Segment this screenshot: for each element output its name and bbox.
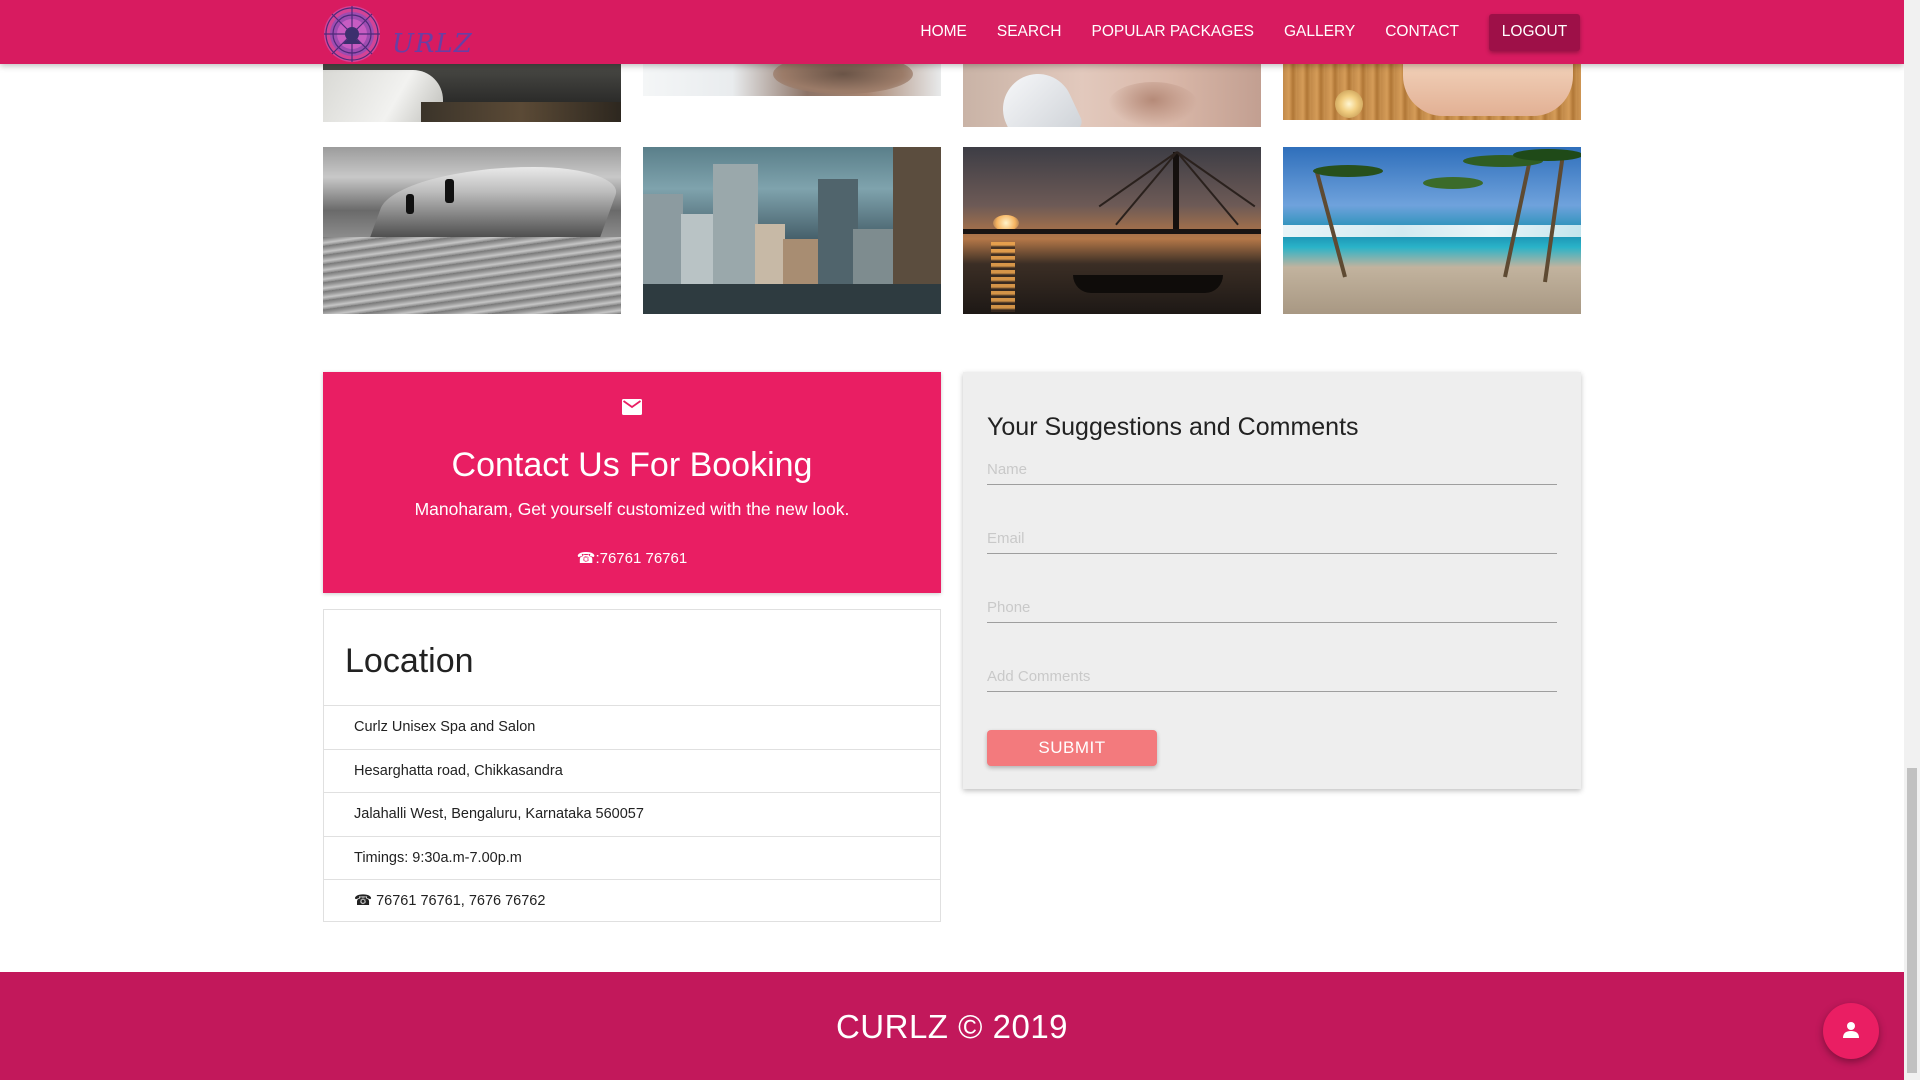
logout-button[interactable]: LOGOUT <box>1489 13 1580 51</box>
gallery-image-pedicure[interactable] <box>1283 64 1581 120</box>
logo-text: URLZ <box>392 29 473 59</box>
name-field[interactable] <box>987 455 1557 485</box>
gallery-image-office[interactable] <box>323 64 621 122</box>
nav-search[interactable]: SEARCH <box>997 23 1062 41</box>
nav-gallery[interactable]: GALLERY <box>1284 23 1355 41</box>
gallery-image-surfing[interactable] <box>323 147 621 314</box>
location-address-line-1: Hesarghatta road, Chikkasandra <box>324 750 940 793</box>
gallery-image-facial[interactable] <box>963 64 1261 127</box>
contact-phone[interactable]: :76761 76761 <box>595 550 687 567</box>
mail-icon <box>622 399 642 415</box>
location-salon-name: Curlz Unisex Spa and Salon <box>324 706 940 750</box>
profile-fab-button[interactable] <box>1823 1003 1879 1059</box>
gallery-image-city[interactable] <box>643 147 941 314</box>
gallery-image-bridge-sunset[interactable] <box>963 147 1261 314</box>
page-scrollbar[interactable] <box>1904 0 1920 1080</box>
suggestions-form-card: Your Suggestions and Comments SUBMIT <box>963 372 1581 789</box>
comments-field[interactable] <box>987 662 1557 692</box>
nav-popular-packages[interactable]: POPULAR PACKAGES <box>1091 23 1254 41</box>
location-timings: Timings: 9:30a.m-7.00p.m <box>324 837 940 880</box>
contact-subtitle: Manoharam, Get yourself customized with … <box>414 499 850 519</box>
suggestions-title: Your Suggestions and Comments <box>987 413 1359 441</box>
phone-field[interactable] <box>987 593 1557 623</box>
nav-contact[interactable]: CONTACT <box>1385 23 1459 41</box>
footer-copyright: CURLZ © 2019 <box>835 1008 1069 1045</box>
phone-icon: ☎ <box>576 550 596 567</box>
submit-button[interactable]: SUBMIT <box>987 730 1157 766</box>
top-navbar: URLZ HOME SEARCH POPULAR PACKAGES GALLER… <box>0 0 1904 64</box>
logo[interactable]: URLZ <box>316 2 472 64</box>
gallery-image-beard-trim[interactable] <box>643 64 941 96</box>
contact-title: Contact Us For Booking <box>451 446 813 484</box>
nav-home[interactable]: HOME <box>920 23 967 41</box>
location-address-line-2: Jalahalli West, Bengaluru, Karnataka 560… <box>324 793 940 837</box>
mandala-logo-icon <box>324 6 380 62</box>
location-list: Curlz Unisex Spa and Salon Hesarghatta r… <box>324 705 940 924</box>
location-phones: ☎ 76761 76761, 7676 76762 <box>354 893 546 909</box>
contact-booking-card: Contact Us For Booking Manoharam, Get yo… <box>323 372 941 593</box>
person-icon <box>1843 1022 1859 1038</box>
page-scrollbar-thumb[interactable] <box>1907 768 1917 1073</box>
footer: CURLZ © 2019 <box>0 972 1904 1080</box>
email-field[interactable] <box>987 524 1557 554</box>
main-nav: HOME SEARCH POPULAR PACKAGES GALLERY CON… <box>890 0 1904 64</box>
gallery-image-beach-palms[interactable] <box>1283 147 1581 314</box>
location-title: Location <box>345 642 474 680</box>
location-card: Location Curlz Unisex Spa and Salon Hesa… <box>323 609 941 922</box>
contact-phone-line: ☎:76761 76761 <box>323 549 941 567</box>
